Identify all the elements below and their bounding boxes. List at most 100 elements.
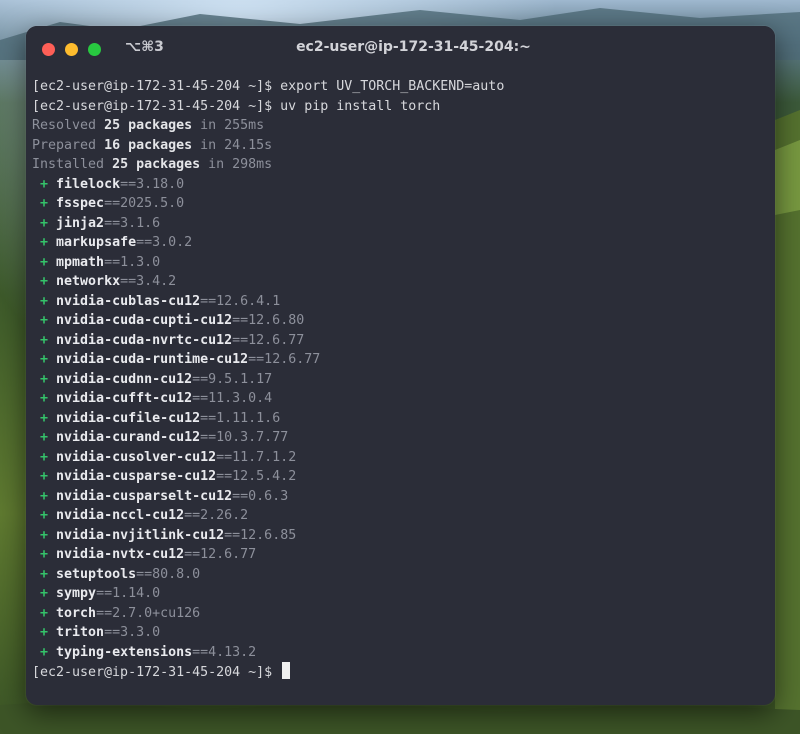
- plus-marker: +: [32, 508, 57, 523]
- summary-duration: in 298ms: [200, 157, 273, 172]
- package-name: nvidia-cuda-nvrtc-cu12: [56, 332, 233, 348]
- command-line: [ec2-user@ip-172-31-45-204 ~]$ uv pip in…: [32, 97, 504, 117]
- summary-duration: in 255ms: [192, 118, 265, 133]
- plus-marker: +: [32, 332, 57, 348]
- package-name: typing-extensions: [56, 644, 193, 660]
- command-line: [ec2-user@ip-172-31-45-204 ~]$ export UV…: [32, 77, 504, 97]
- package-name: nvidia-cusparselt-cu12: [56, 488, 233, 504]
- package-line: + nvidia-cuda-runtime-cu12==12.6.77: [32, 350, 504, 370]
- package-line: + nvidia-nvjitlink-cu12==12.6.85: [32, 526, 504, 546]
- package-version: ==2.7.0+cu126: [96, 605, 201, 621]
- plus-marker: +: [32, 488, 57, 504]
- package-version: ==0.6.3: [232, 488, 289, 504]
- package-line: + mpmath==1.3.0: [32, 253, 504, 273]
- plus-marker: +: [32, 586, 57, 601]
- package-line: + nvidia-cuda-nvrtc-cu12==12.6.77: [32, 331, 504, 351]
- package-name: nvidia-cuda-runtime-cu12: [56, 352, 249, 367]
- final-prompt-line: [ec2-user@ip-172-31-45-204 ~]$: [32, 662, 504, 682]
- summary-duration: in 24.15s: [192, 137, 273, 153]
- plus-marker: +: [32, 235, 57, 250]
- plus-marker: +: [32, 605, 57, 621]
- plus-marker: +: [32, 566, 57, 582]
- plus-marker: +: [32, 176, 57, 192]
- package-name: nvidia-nvtx-cu12: [56, 547, 185, 562]
- command-text: export UV_TORCH_BACKEND=auto: [280, 79, 505, 94]
- plus-marker: +: [32, 410, 57, 426]
- package-version: ==11.3.0.4: [192, 391, 273, 406]
- package-line: + nvidia-nccl-cu12==2.26.2: [32, 506, 504, 526]
- title-bar[interactable]: ⌥⌘3 ec2-user@ip-172-31-45-204:~: [26, 26, 775, 72]
- package-version: ==12.6.77: [232, 332, 305, 348]
- package-line: + nvidia-cudnn-cu12==9.5.1.17: [32, 370, 504, 390]
- package-name: torch: [56, 605, 97, 621]
- package-version: ==1.3.0: [104, 254, 161, 270]
- shell-prompt: [ec2-user@ip-172-31-45-204 ~]$: [32, 79, 281, 94]
- package-line: + nvidia-cusolver-cu12==11.7.1.2: [32, 448, 504, 468]
- package-name: networkx: [56, 274, 121, 289]
- shell-prompt: [ec2-user@ip-172-31-45-204 ~]$: [32, 98, 281, 114]
- package-version: ==9.5.1.17: [192, 371, 273, 387]
- package-version: ==4.13.2: [192, 644, 257, 660]
- package-version: ==12.6.85: [224, 527, 297, 543]
- package-name: nvidia-cufile-cu12: [56, 410, 201, 426]
- summary-line: Installed 25 packages in 298ms: [32, 155, 504, 175]
- package-name: mpmath: [56, 254, 105, 270]
- plus-marker: +: [32, 352, 57, 367]
- package-line: + nvidia-cublas-cu12==12.6.4.1: [32, 292, 504, 312]
- package-name: nvidia-curand-cu12: [56, 430, 201, 445]
- package-line: + torch==2.7.0+cu126: [32, 604, 504, 624]
- terminal-output[interactable]: [ec2-user@ip-172-31-45-204 ~]$ export UV…: [32, 77, 504, 682]
- package-name: markupsafe: [56, 235, 137, 250]
- package-name: triton: [56, 625, 105, 640]
- plus-marker: +: [32, 527, 57, 543]
- package-name: nvidia-cudnn-cu12: [56, 371, 193, 387]
- summary-line: Resolved 25 packages in 255ms: [32, 116, 504, 136]
- plus-marker: +: [32, 215, 57, 231]
- plus-marker: +: [32, 625, 57, 640]
- package-line: + networkx==3.4.2: [32, 272, 504, 292]
- package-version: ==10.3.7.77: [200, 430, 289, 445]
- package-line: + setuptools==80.8.0: [32, 565, 504, 585]
- package-line: + fsspec==2025.5.0: [32, 194, 504, 214]
- package-line: + nvidia-nvtx-cu12==12.6.77: [32, 545, 504, 565]
- plus-marker: +: [32, 274, 57, 289]
- window-title: ec2-user@ip-172-31-45-204:~: [296, 39, 531, 55]
- package-version: ==1.11.1.6: [200, 410, 281, 426]
- package-version: ==1.14.0: [96, 586, 161, 601]
- package-name: nvidia-cusparse-cu12: [56, 469, 217, 484]
- summary-count: 25 packages: [112, 157, 201, 172]
- plus-marker: +: [32, 547, 57, 562]
- plus-marker: +: [32, 430, 57, 445]
- plus-marker: +: [32, 644, 57, 660]
- package-version: ==80.8.0: [136, 566, 201, 582]
- package-name: setuptools: [56, 566, 137, 582]
- package-version: ==11.7.1.2: [216, 449, 297, 465]
- package-name: nvidia-cufft-cu12: [56, 391, 193, 406]
- plus-marker: +: [32, 371, 57, 387]
- package-version: ==3.18.0: [120, 176, 185, 192]
- plus-marker: +: [32, 469, 57, 484]
- package-line: + markupsafe==3.0.2: [32, 233, 504, 253]
- plus-marker: +: [32, 254, 57, 270]
- text-cursor: [282, 662, 291, 679]
- package-version: ==12.5.4.2: [216, 469, 297, 484]
- package-line: + sympy==1.14.0: [32, 584, 504, 604]
- package-name: nvidia-cusolver-cu12: [56, 449, 217, 465]
- package-line: + nvidia-cufft-cu12==11.3.0.4: [32, 389, 504, 409]
- summary-count: 25 packages: [104, 118, 193, 133]
- package-name: fsspec: [56, 196, 105, 211]
- package-version: ==3.3.0: [104, 625, 161, 640]
- package-version: ==2025.5.0: [104, 196, 185, 211]
- package-line: + nvidia-curand-cu12==10.3.7.77: [32, 428, 504, 448]
- package-line: + jinja2==3.1.6: [32, 214, 504, 234]
- plus-marker: +: [32, 196, 57, 211]
- summary-verb: Resolved: [32, 118, 105, 133]
- package-version: ==3.4.2: [120, 274, 177, 289]
- package-name: nvidia-nvjitlink-cu12: [56, 527, 225, 543]
- package-name: nvidia-cublas-cu12: [56, 293, 201, 309]
- package-version: ==3.1.6: [104, 215, 161, 231]
- package-name: nvidia-nccl-cu12: [56, 508, 185, 523]
- package-version: ==2.26.2: [184, 508, 249, 523]
- package-version: ==12.6.4.1: [200, 293, 281, 309]
- package-line: + typing-extensions==4.13.2: [32, 643, 504, 663]
